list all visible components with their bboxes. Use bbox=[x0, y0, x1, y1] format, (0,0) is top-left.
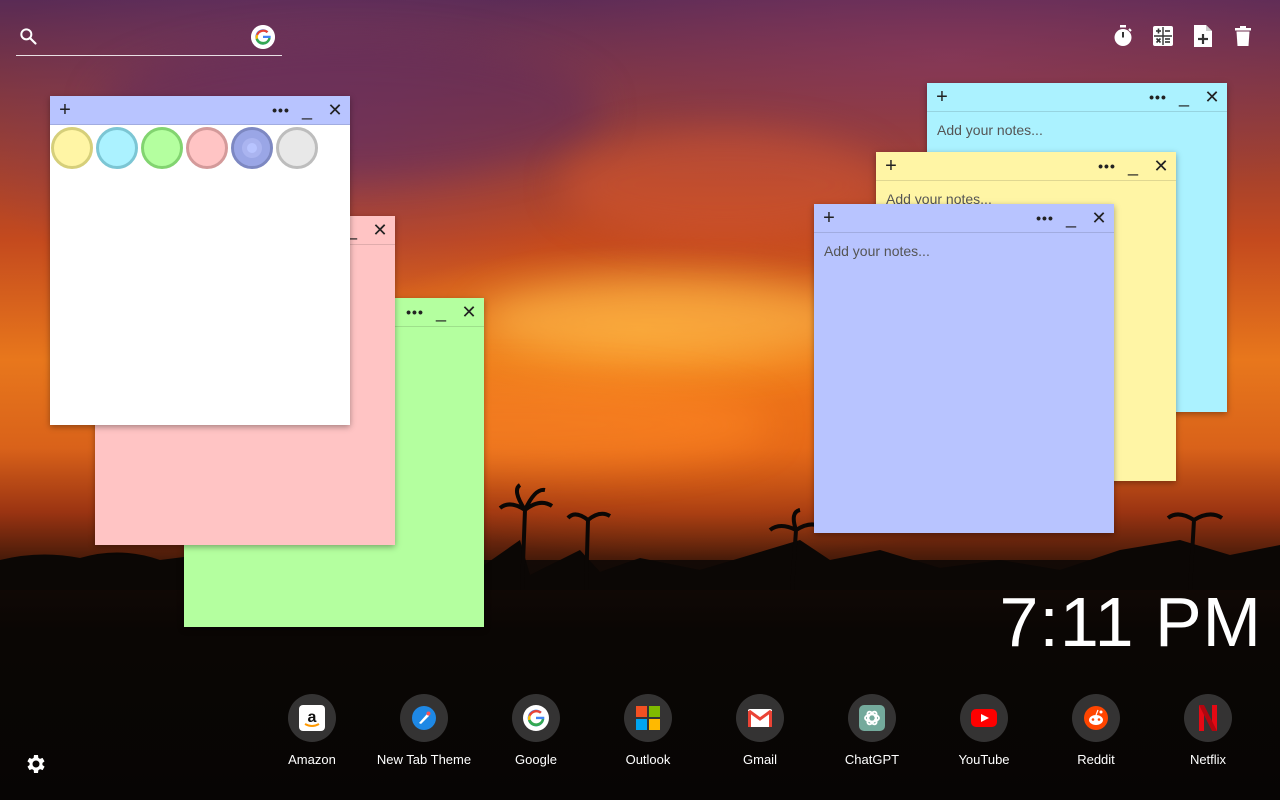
note-minimize-icon[interactable]: _ bbox=[1122, 152, 1144, 180]
shortcut-label: Amazon bbox=[288, 752, 336, 767]
shortcut-label: New Tab Theme bbox=[376, 752, 472, 767]
note-close-icon[interactable]: ✕ bbox=[1201, 83, 1223, 111]
shortcut-reddit[interactable]: Reddit bbox=[1040, 694, 1152, 767]
note-close-icon[interactable]: ✕ bbox=[458, 298, 480, 326]
note-title-bar[interactable]: + ••• _ ✕ bbox=[814, 204, 1114, 233]
google-icon bbox=[512, 694, 560, 742]
shortcut-label: Outlook bbox=[625, 752, 671, 767]
calculator-button[interactable] bbox=[1152, 24, 1174, 48]
add-note-icon bbox=[1194, 25, 1212, 47]
shortcut-new-tab-theme[interactable]: New Tab Theme bbox=[368, 694, 480, 767]
amazon-icon: a bbox=[288, 694, 336, 742]
shortcut-bar: a Amazon New Tab Theme Google Outlook Gm… bbox=[256, 694, 1264, 767]
color-swatch-gray[interactable] bbox=[276, 127, 318, 169]
sticky-note-white[interactable]: + ••• _ ✕ bbox=[50, 96, 350, 425]
shortcut-netflix[interactable]: Netflix bbox=[1152, 694, 1264, 767]
timer-button[interactable] bbox=[1112, 24, 1134, 48]
sticky-note-purple[interactable]: + ••• _ ✕ bbox=[814, 204, 1114, 533]
settings-gear-icon[interactable] bbox=[24, 752, 48, 776]
note-more-icon[interactable]: ••• bbox=[404, 298, 426, 326]
shortcut-gmail[interactable]: Gmail bbox=[704, 694, 816, 767]
color-swatch-pink[interactable] bbox=[186, 127, 228, 169]
shortcut-label: Reddit bbox=[1077, 752, 1115, 767]
note-textarea[interactable] bbox=[814, 233, 1114, 533]
color-palette bbox=[50, 125, 350, 171]
color-swatch-yellow[interactable] bbox=[51, 127, 93, 169]
note-title-bar[interactable]: + ••• _ ✕ bbox=[876, 152, 1176, 181]
note-title-bar[interactable]: + ••• _ ✕ bbox=[927, 83, 1227, 112]
new-tab-theme-icon bbox=[400, 694, 448, 742]
note-add-icon[interactable]: + bbox=[54, 96, 76, 124]
note-add-icon[interactable]: + bbox=[880, 152, 902, 180]
calculator-icon bbox=[1153, 26, 1173, 46]
background-cloud bbox=[480, 280, 860, 360]
shortcut-chatgpt[interactable]: ChatGPT bbox=[816, 694, 928, 767]
shortcut-label: ChatGPT bbox=[844, 752, 900, 767]
note-more-icon[interactable]: ••• bbox=[1147, 83, 1169, 111]
shortcut-label: Netflix bbox=[1189, 752, 1227, 767]
note-add-icon[interactable]: + bbox=[931, 83, 953, 111]
shortcut-label: Google bbox=[515, 752, 557, 767]
note-more-icon[interactable]: ••• bbox=[1034, 204, 1056, 232]
shortcut-google[interactable]: Google bbox=[480, 694, 592, 767]
add-note-button[interactable] bbox=[1192, 24, 1214, 48]
google-search-engine-icon[interactable] bbox=[251, 25, 275, 49]
toolbar bbox=[1112, 24, 1254, 48]
reddit-icon bbox=[1072, 694, 1120, 742]
note-minimize-icon[interactable]: _ bbox=[430, 298, 452, 326]
microsoft-icon bbox=[624, 694, 672, 742]
note-add-icon[interactable]: + bbox=[818, 204, 840, 232]
color-swatch-green[interactable] bbox=[141, 127, 183, 169]
note-close-icon[interactable]: ✕ bbox=[369, 216, 391, 244]
chatgpt-icon bbox=[848, 694, 896, 742]
note-title-bar[interactable]: + ••• _ ✕ bbox=[50, 96, 350, 125]
note-close-icon[interactable]: ✕ bbox=[1088, 204, 1110, 232]
svg-text:a: a bbox=[308, 709, 317, 726]
youtube-icon bbox=[960, 694, 1008, 742]
note-minimize-icon[interactable]: _ bbox=[1060, 204, 1082, 232]
trash-icon bbox=[1235, 26, 1251, 46]
shortcut-label: YouTube bbox=[958, 752, 1010, 767]
color-swatch-purple-selected[interactable] bbox=[231, 127, 273, 169]
clock: 7:11 PM bbox=[999, 583, 1262, 661]
note-more-icon[interactable]: ••• bbox=[270, 96, 292, 124]
note-minimize-icon[interactable]: _ bbox=[1173, 83, 1195, 111]
color-swatch-blue[interactable] bbox=[96, 127, 138, 169]
shortcut-outlook[interactable]: Outlook bbox=[592, 694, 704, 767]
note-more-icon[interactable]: ••• bbox=[1096, 152, 1118, 180]
note-close-icon[interactable]: ✕ bbox=[324, 96, 346, 124]
note-close-icon[interactable]: ✕ bbox=[1150, 152, 1172, 180]
timer-icon bbox=[1114, 25, 1132, 46]
shortcut-label: Gmail bbox=[743, 752, 777, 767]
shortcut-amazon[interactable]: a Amazon bbox=[256, 694, 368, 767]
search-bar bbox=[16, 22, 282, 56]
delete-button[interactable] bbox=[1232, 24, 1254, 48]
note-minimize-icon[interactable]: _ bbox=[296, 96, 318, 124]
search-input[interactable] bbox=[50, 26, 254, 50]
netflix-icon bbox=[1184, 694, 1232, 742]
gmail-icon bbox=[736, 694, 784, 742]
shortcut-youtube[interactable]: YouTube bbox=[928, 694, 1040, 767]
search-icon[interactable] bbox=[18, 26, 38, 46]
